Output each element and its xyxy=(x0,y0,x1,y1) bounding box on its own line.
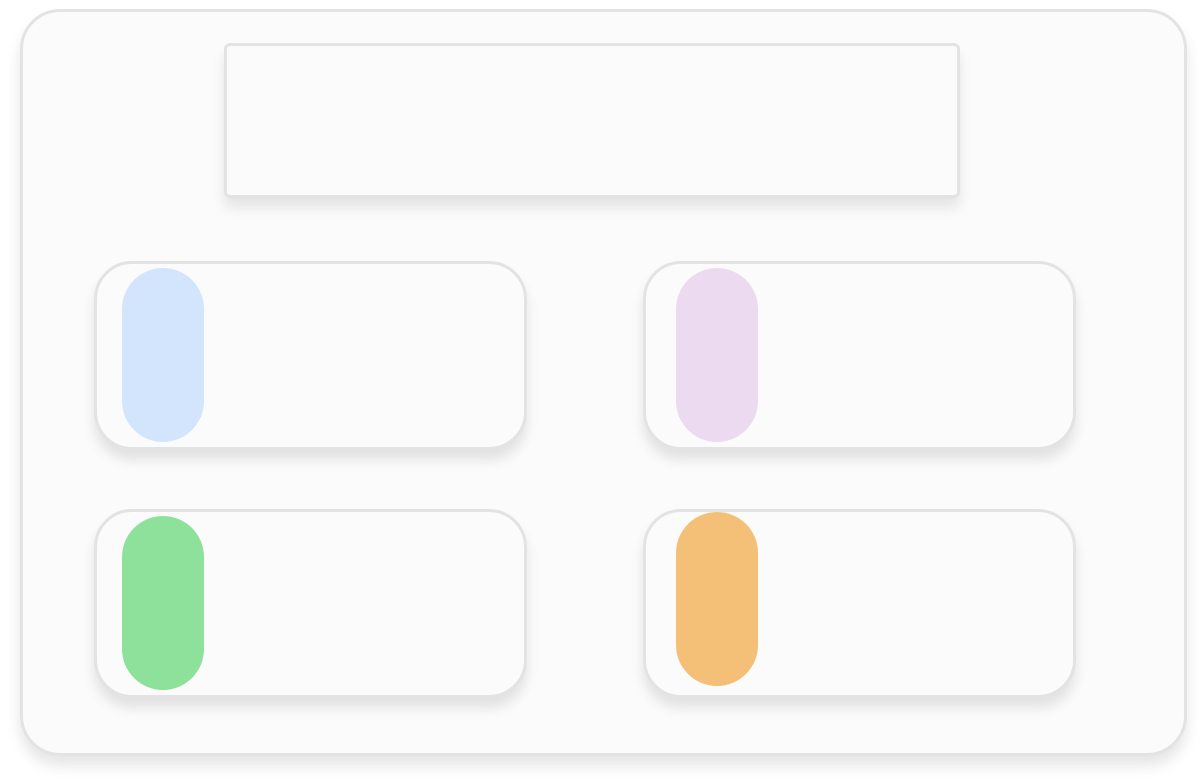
green-accent-pill xyxy=(122,516,204,690)
purple-accent-pill xyxy=(676,268,758,442)
option-card-label xyxy=(227,264,504,447)
option-card-label xyxy=(227,512,504,695)
option-card-label xyxy=(776,512,1053,695)
blue-accent-pill xyxy=(122,268,204,442)
orange-accent-pill xyxy=(676,512,758,686)
header-box xyxy=(224,43,960,198)
option-card-label xyxy=(776,264,1053,447)
